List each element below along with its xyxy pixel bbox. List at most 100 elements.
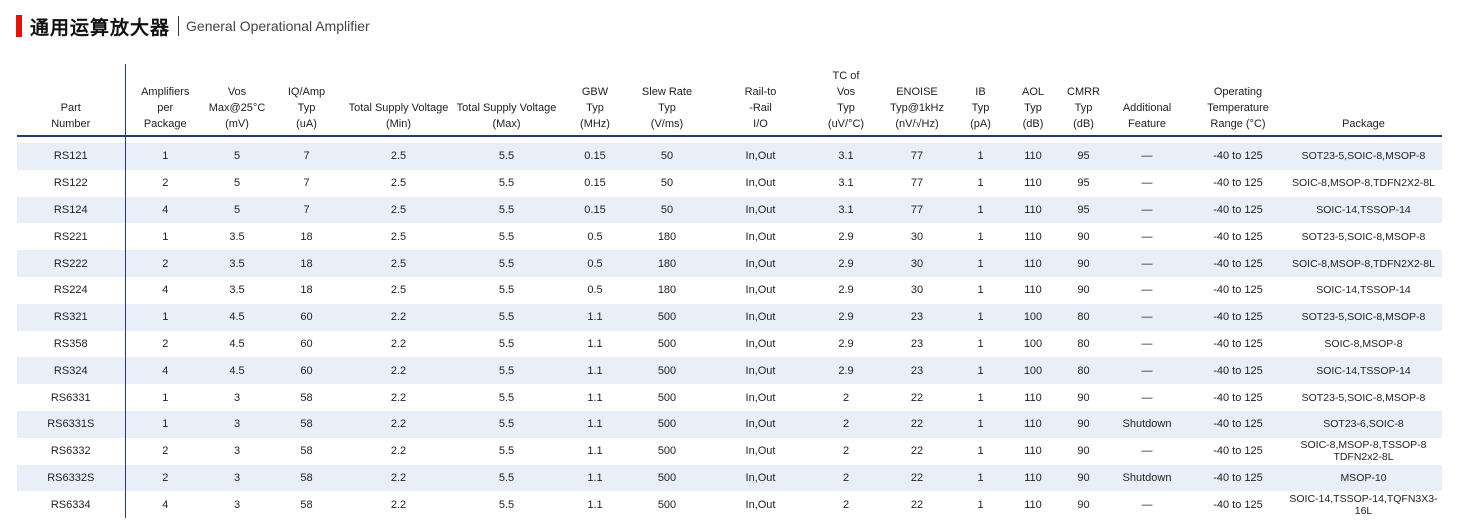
table-cell: 95 bbox=[1064, 143, 1103, 170]
table-cell: -40 to 125 bbox=[1191, 223, 1285, 251]
section-title-en: General Operational Amplifier bbox=[186, 18, 370, 34]
table-cell: In,Out bbox=[704, 303, 817, 331]
part-number-cell: RS6332S bbox=[17, 464, 126, 492]
table-cell: 5.5 bbox=[453, 143, 560, 170]
table-cell: 4.5 bbox=[205, 303, 269, 331]
table-row: RS121 1 5 7 2.5 5.5 0.15 50 In,Out 3.1 77 1 110 95— -4… bbox=[17, 143, 1442, 170]
table-cell: In,Out bbox=[704, 196, 817, 224]
table-cell: 3.5 bbox=[205, 276, 269, 304]
table-cell: 2.2 bbox=[344, 464, 453, 492]
table-cell: 2 bbox=[817, 464, 875, 492]
table-cell: 95 bbox=[1064, 196, 1103, 224]
table-cell: 5 bbox=[205, 196, 269, 224]
part-number-cell: RS321 bbox=[17, 303, 126, 331]
table-cell: 7 bbox=[269, 196, 344, 224]
table-cell: 2.9 bbox=[817, 250, 875, 277]
table-cell: — bbox=[1103, 169, 1191, 197]
gap-cell bbox=[17, 136, 126, 143]
column-header: TC of Vos Typ (uV/°C) bbox=[817, 64, 875, 137]
table-cell: 50 bbox=[630, 169, 704, 197]
table-cell: 1.1 bbox=[560, 357, 630, 385]
table-row: RS124 4 5 7 2.5 5.5 0.15 50 In,Out 3.1 77 1 110 95— -4… bbox=[17, 196, 1442, 224]
table-cell: In,Out bbox=[704, 276, 817, 304]
table-cell: 23 bbox=[875, 330, 959, 358]
table-cell: 2.2 bbox=[344, 437, 453, 465]
table-cell: 4 bbox=[125, 196, 205, 224]
table-cell: 0.5 bbox=[560, 276, 630, 304]
part-number-cell: RS122 bbox=[17, 169, 126, 197]
table-cell: 60 bbox=[269, 357, 344, 385]
table-cell: — bbox=[1103, 384, 1191, 411]
package-cell: SOIC-14,TSSOP-14 bbox=[1285, 196, 1442, 224]
table-cell: 0.5 bbox=[560, 250, 630, 277]
table-cell: 5.5 bbox=[453, 303, 560, 331]
table-cell: 0.5 bbox=[560, 223, 630, 251]
table-cell: 110 bbox=[1002, 437, 1064, 465]
table-cell: 500 bbox=[630, 384, 704, 411]
table-cell: In,Out bbox=[704, 169, 817, 197]
table-cell: In,Out bbox=[704, 223, 817, 251]
table-cell: 3 bbox=[205, 491, 269, 519]
table-cell: 2 bbox=[817, 410, 875, 438]
table-cell: 60 bbox=[269, 303, 344, 331]
table-cell: 2.9 bbox=[817, 223, 875, 251]
table-cell: 1 bbox=[959, 357, 1002, 385]
column-header: GBW Typ (MHz) bbox=[560, 64, 630, 137]
table-cell: 2.9 bbox=[817, 330, 875, 358]
table-row: RS222 2 3.5 18 2.5 5.5 0.5 180 In,Out 2.9 30 1 110 90… bbox=[17, 250, 1442, 277]
table-cell: 22 bbox=[875, 464, 959, 492]
table-row: RS224 4 3.5 18 2.5 5.5 0.5 180 In,Out 2.9 30 1 110 90… bbox=[17, 276, 1442, 304]
column-header: Package bbox=[1285, 64, 1442, 137]
package-cell: SOT23-5,SOIC-8,MSOP-8 bbox=[1285, 223, 1442, 251]
table-cell: 5.5 bbox=[453, 250, 560, 277]
table-cell: -40 to 125 bbox=[1191, 276, 1285, 304]
table-row: RS6332 2 3 58 2.2 5.5 1.1 500 In,Out 2 22 1 110 90— -4… bbox=[17, 437, 1442, 465]
table-cell: 22 bbox=[875, 410, 959, 438]
table-cell: 2.2 bbox=[344, 303, 453, 331]
table-cell: 110 bbox=[1002, 491, 1064, 519]
table-cell: 30 bbox=[875, 250, 959, 277]
table-cell: 1.1 bbox=[560, 330, 630, 358]
table-cell: 1.1 bbox=[560, 464, 630, 492]
table-cell: 110 bbox=[1002, 384, 1064, 411]
table-cell: 2 bbox=[125, 437, 205, 465]
table-cell: 1 bbox=[959, 169, 1002, 197]
part-number-cell: RS124 bbox=[17, 196, 126, 224]
table-cell: 58 bbox=[269, 410, 344, 438]
table-cell: 500 bbox=[630, 330, 704, 358]
table-cell: 5.5 bbox=[453, 464, 560, 492]
table-cell: 58 bbox=[269, 464, 344, 492]
table-cell: 4.5 bbox=[205, 330, 269, 358]
part-number-cell: RS6331S bbox=[17, 410, 126, 438]
table-cell: 90 bbox=[1064, 410, 1103, 438]
table-cell: 180 bbox=[630, 250, 704, 277]
table-cell: — bbox=[1103, 491, 1191, 519]
table-cell: — bbox=[1103, 276, 1191, 304]
column-header: Total Supply Voltage (Max) bbox=[453, 64, 560, 137]
table-cell: 90 bbox=[1064, 491, 1103, 519]
column-header: ENOISE Typ@1kHz (nV/√Hz) bbox=[875, 64, 959, 137]
table-cell: 1 bbox=[959, 330, 1002, 358]
table-cell: In,Out bbox=[704, 437, 817, 465]
package-cell: SOIC-14,TSSOP-14 bbox=[1285, 357, 1442, 385]
table-cell: 1 bbox=[959, 276, 1002, 304]
table-cell: -40 to 125 bbox=[1191, 143, 1285, 170]
table-cell: 80 bbox=[1064, 330, 1103, 358]
column-header: IQ/Amp Typ (uA) bbox=[269, 64, 344, 137]
table-cell: 1.1 bbox=[560, 384, 630, 411]
table-row: RS324 4 4.5 60 2.2 5.5 1.1 500 In,Out 2.9 23 1 100 80… bbox=[17, 357, 1442, 385]
title-divider bbox=[178, 16, 180, 36]
part-number-cell: RS6332 bbox=[17, 437, 126, 465]
table-cell: 4 bbox=[125, 491, 205, 519]
package-cell: SOIC-8,MSOP-8,TSSOP-8 TDFN2x2-8L bbox=[1285, 437, 1442, 465]
table-cell: 5.5 bbox=[453, 357, 560, 385]
package-cell: SOT23-6,SOIC-8 bbox=[1285, 410, 1442, 438]
table-cell: 2.2 bbox=[344, 410, 453, 438]
table-cell: 60 bbox=[269, 330, 344, 358]
header-gap bbox=[17, 136, 1442, 143]
table-row: RS6334 4 3 58 2.2 5.5 1.1 500 In,Out 2 22 1 110 90— -4… bbox=[17, 491, 1442, 519]
table-cell: -40 to 125 bbox=[1191, 357, 1285, 385]
table-cell: In,Out bbox=[704, 250, 817, 277]
table-cell: 90 bbox=[1064, 250, 1103, 277]
table-cell: — bbox=[1103, 196, 1191, 224]
